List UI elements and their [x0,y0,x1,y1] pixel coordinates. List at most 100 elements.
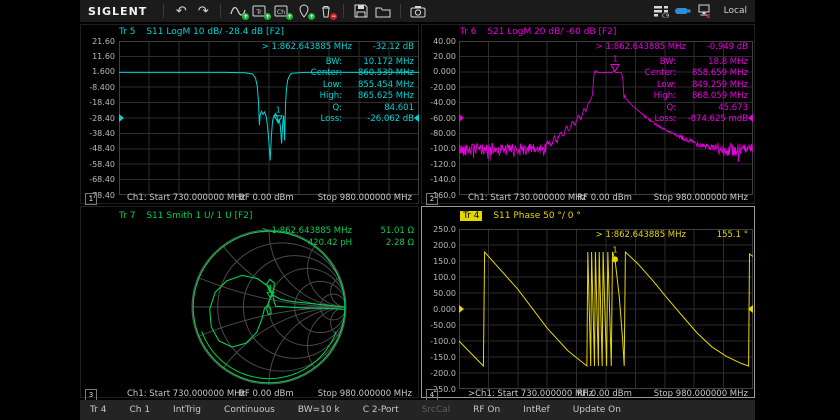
y-axis-tick: 50.00 [422,289,456,298]
y-axis-tick: -48.40 [81,144,115,153]
plot-area-smith-chart[interactable]: 1 [119,225,419,391]
window-1-tr5-s11-logm[interactable]: Tr 5 S11 LogM 10 dB/ -28.4 dB [F2] 21.60… [80,24,419,204]
separator [343,4,344,18]
siglent-logo: SIGLENT [88,5,147,18]
window-index[interactable]: 1 [85,193,97,205]
y-axis-tick: -58.40 [81,160,115,169]
y-axis-tick: -68.40 [81,175,115,184]
statusbar-item-continuous[interactable]: Continuous [224,405,275,415]
statusbar-item-rf-on[interactable]: RF On [473,405,500,415]
y-axis-tick: -28.40 [81,114,115,123]
y-axis-tick: -8.400 [81,83,115,92]
statusbar-item-intref[interactable]: IntRef [523,405,549,415]
toolbar: SIGLENT ↶ ↷ + Tr + Ch + + − [80,0,755,22]
statusbar-item-srccal[interactable]: SrcCal [422,405,450,415]
readout-value: 2.28 Ω [358,238,414,250]
channel-footer: 1 Ch1: Start 730.000000 MHz RF 0.00 dBm … [81,193,418,204]
add-channel-icon[interactable]: Ch + [271,2,293,20]
plot-area-s11-phase[interactable]: 1 [459,229,753,389]
y-axis-tick: -18.40 [81,98,115,107]
separator [163,4,164,18]
open-icon[interactable] [372,2,394,20]
add-marker-icon[interactable]: + [293,2,315,20]
lan-error-icon[interactable]: x [694,2,716,20]
delete-icon[interactable]: − [315,2,337,20]
y-axis-tick: -40.00 [422,98,456,107]
readout-value: 849.259 MHz [682,80,748,92]
trace-name[interactable]: Tr 5 [119,27,135,37]
trace-header[interactable]: Tr 7 S11 Smith 1 U/ 1 U [F2] [119,211,252,224]
readout-label: > 1:862.643885 MHz [262,226,352,238]
statusbar-item-ch-1[interactable]: Ch 1 [129,405,150,415]
add-trace-window-icon[interactable]: Tr + [249,2,271,20]
rf-power: RF 0.00 dBm [239,389,294,399]
readout-label: High: [654,91,676,103]
readout-value: 18.8 MHz [682,57,748,69]
stop-frequency: Stop 980.000000 MHz [654,389,748,399]
trace-header[interactable]: Tr 6 S21 LogM 20 dB/ -60 dB [F2] [460,27,616,40]
readout-label: Low: [323,80,342,92]
local-remote-status[interactable]: Local [724,6,747,16]
layout-icon[interactable]: C9 [650,2,672,20]
y-axis-tick: 150.0 [422,257,456,266]
statusbar-item-inttrig[interactable]: IntTrig [173,405,201,415]
y-axis-tick: 11.60 [81,52,115,61]
save-icon[interactable] [350,2,372,20]
readout-label: Q: [666,103,676,115]
trace-name[interactable]: Tr 6 [460,27,476,37]
window-4-tr4-s11-phase-active[interactable]: Tr 4 S11 Phase 50 °/ 0 ° 250.0200.0150.0… [421,206,755,398]
y-axis-tick: 21.60 [81,37,115,46]
y-axis-tick: -140.0 [422,175,456,184]
readout-value: 855.454 MHz [348,80,414,92]
readout-value: 858.659 MHz [682,68,748,80]
rf-power: RF 0.00 dBm [577,389,632,399]
statusbar-item-update-on[interactable]: Update On [573,405,621,415]
y-axis-tick: 20.00 [422,52,456,61]
y-axis-tick: -20.00 [422,83,456,92]
readout-value: -0.949 dB [692,42,748,54]
svg-text:x: x [706,12,711,18]
window-index[interactable]: 2 [426,193,438,205]
y-axis-tick: 250.0 [422,225,456,234]
readout-value: 10.172 MHz [348,57,414,69]
y-axis-tick: 200.0 [422,241,456,250]
status-bar: Tr 4 Ch 1 IntTrig Continuous BW=10 k C 2-Port… [80,400,755,420]
window-3-tr7-s11-smith[interactable]: Tr 7 S11 Smith 1 U/ 1 U [F2] 1 > 1:862.6… [80,206,419,398]
readout-label: 420.42 pH [308,238,352,250]
svg-text:C9: C9 [662,13,669,18]
y-axis-tick: -100.0 [422,144,456,153]
undo-icon[interactable]: ↶ [170,2,192,20]
trace-header[interactable]: Tr 5 S11 LogM 10 dB/ -28.4 dB [F2] [119,27,284,40]
channel-footer: 4 >Ch1: Start 730.000000 MHz RF 0.00 dBm… [422,389,754,400]
screenshot-icon[interactable] [407,2,429,20]
redo-icon[interactable]: ↷ [192,2,214,20]
readout-value: -26.062 dB [348,114,414,126]
readout-label: Low: [657,80,676,92]
y-axis-tick: -150.0 [422,353,456,362]
marker-readout: > 1:862.643885 MHz155.1 ° [596,230,748,242]
statusbar-item-c-2-port[interactable]: C 2-Port [363,405,399,415]
stop-frequency: Stop 980.000000 MHz [318,389,412,399]
readout-label: Loss: [654,114,676,126]
statusbar-item-tr-4[interactable]: Tr 4 [90,405,106,415]
trace-name[interactable]: Tr 7 [119,211,135,221]
readout-value: 51.01 Ω [358,226,414,238]
readout-label: Loss: [320,114,342,126]
separator [220,4,221,18]
readout-value: -874.625 mdB [682,114,748,126]
readout-value: 45.673 [682,103,748,115]
y-axis-tick: 40.00 [422,37,456,46]
y-axis-tick: -50.00 [422,321,456,330]
svg-text:1: 1 [268,283,273,292]
statusbar-item-bw-10-k[interactable]: BW=10 k [298,405,340,415]
usb-icon[interactable] [672,2,694,20]
window-2-tr6-s21-logm[interactable]: Tr 6 S21 LogM 20 dB/ -60 dB [F2] 40.00 20… [421,24,755,204]
readout-value: 84.601 [348,103,414,115]
trace-header[interactable]: Tr 4 S11 Phase 50 °/ 0 ° [460,211,581,224]
vna-screen: SIGLENT ↶ ↷ + Tr + Ch + + − [80,0,755,420]
trace-name-active[interactable]: Tr 4 [460,211,482,221]
marker-readout: > 1:862.643885 MHz-0.949 dBBW:18.8 MHzCe… [596,42,748,126]
readout-value: 868.059 MHz [682,91,748,103]
rf-power: RF 0.00 dBm [239,193,294,203]
add-trace-icon[interactable]: + [227,2,249,20]
